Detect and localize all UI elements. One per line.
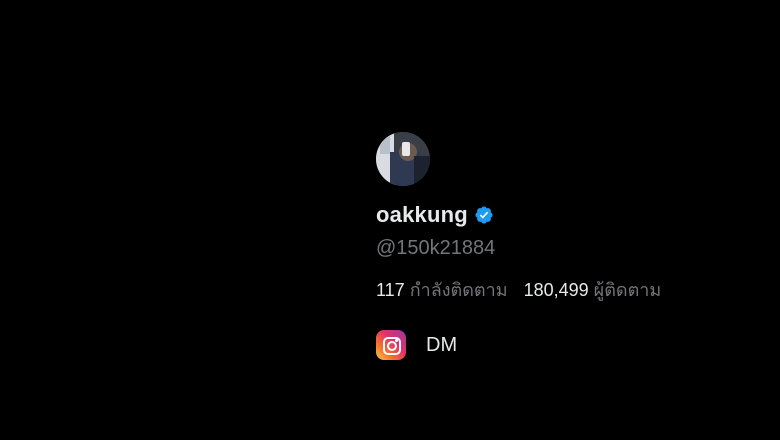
name-row: oakkung [376, 200, 756, 230]
following-stat[interactable]: 117 กำลังติดตาม [376, 275, 508, 304]
handle: @150k21884 [376, 237, 496, 259]
screen: oakkung @150k21884 117 กำลังติดตาม 180,4… [0, 0, 780, 440]
verified-badge-icon [474, 205, 494, 225]
avatar[interactable] [376, 132, 430, 186]
display-name: oakkung [376, 202, 468, 227]
followers-label: ผู้ติดตาม [593, 280, 662, 300]
following-label: กำลังติดตาม [409, 280, 508, 300]
following-count: 117 [376, 280, 405, 300]
followers-stat[interactable]: 180,499 ผู้ติดตาม [524, 275, 662, 304]
instagram-link-label[interactable]: DM [426, 334, 457, 357]
profile-photo-icon [376, 132, 430, 186]
followers-count: 180,499 [523, 280, 589, 300]
instagram-link-row[interactable]: DM [376, 329, 756, 361]
instagram-icon[interactable] [376, 330, 406, 360]
stats-row: 117 กำลังติดตาม 180,499 ผู้ติดตาม [376, 275, 756, 301]
profile-card: oakkung @150k21884 117 กำลังติดตาม 180,4… [376, 132, 756, 361]
